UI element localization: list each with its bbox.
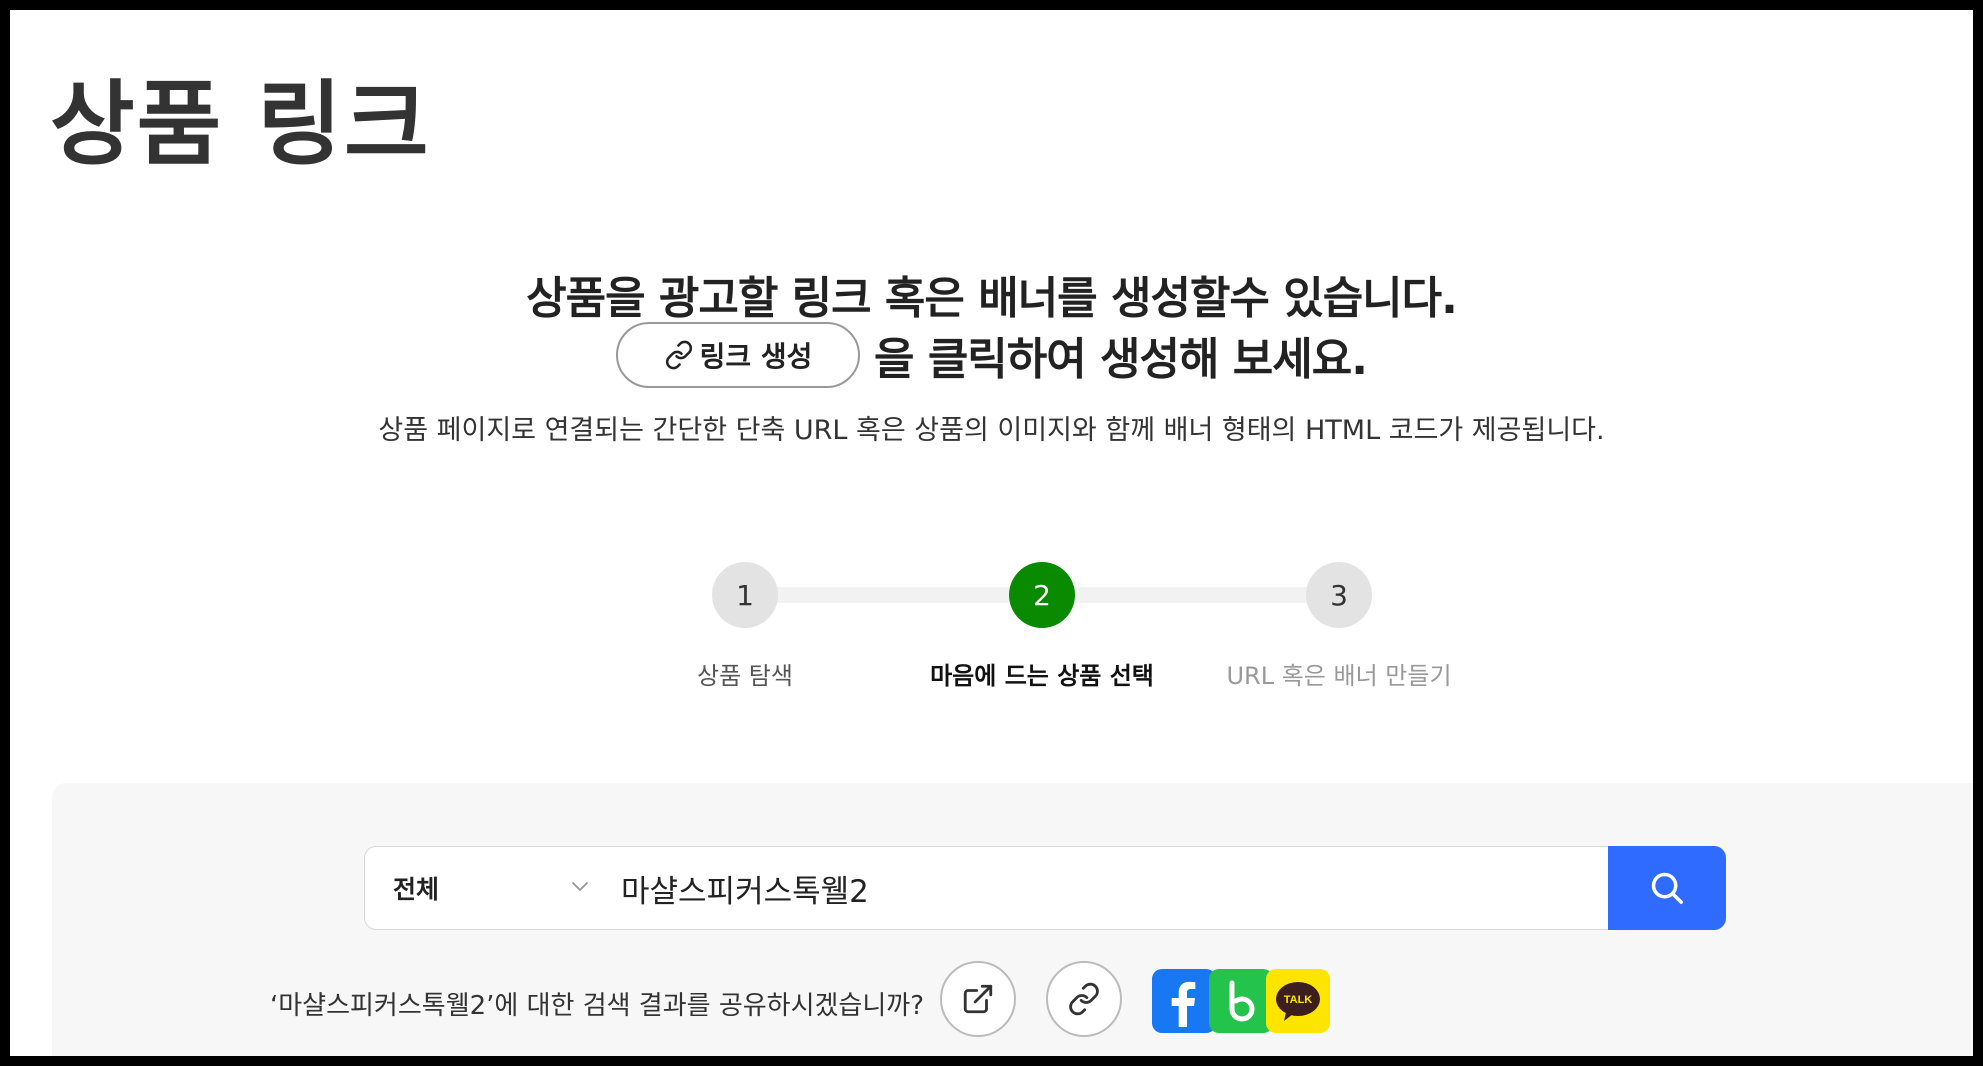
step-2: 2 마음에 드는 상품 선택 <box>892 550 1192 691</box>
intro-instruction-text: 을 클릭하여 생성해 보세요. <box>874 334 1368 385</box>
facebook-share-button[interactable] <box>1152 969 1216 1033</box>
step-1-circle: 1 <box>712 562 778 628</box>
step-indicator: 1 상품 탐색 2 마음에 드는 상품 선택 3 URL 혹은 배너 만들기 <box>10 550 1973 710</box>
intro-description: 상품 페이지로 연결되는 간단한 단축 URL 혹은 상품의 이미지와 함께 배… <box>378 415 1605 446</box>
page-frame: 상품 링크 상품을 광고할 링크 혹은 배너를 생성할수 있습니다. 링크 생성… <box>10 10 1973 1056</box>
step-3-label: URL 혹은 배너 만들기 <box>1226 662 1452 690</box>
step-2-circle: 2 <box>1009 562 1075 628</box>
intro-headline: 상품을 광고할 링크 혹은 배너를 생성할수 있습니다. <box>526 273 1458 324</box>
search-button[interactable] <box>1608 846 1726 930</box>
share-prompt: ‘마샬스피커스톡웰2’에 대한 검색 결과를 공유하시겠습니까? <box>269 991 924 1021</box>
search-input[interactable] <box>621 863 1561 913</box>
link-icon <box>665 340 692 370</box>
band-share-button[interactable] <box>1209 969 1273 1033</box>
create-link-button-label: 링크 생성 <box>699 340 813 373</box>
search-icon <box>1651 872 1683 904</box>
step-3: 3 URL 혹은 배너 만들기 <box>1189 550 1489 691</box>
step-3-circle: 3 <box>1306 562 1372 628</box>
intro-instruction: 링크 생성 을 클릭하여 생성해 보세요. <box>10 320 1973 390</box>
search-bar: 전체 <box>364 846 1726 930</box>
category-select-value: 전체 <box>393 875 440 904</box>
search-panel: 전체 ‘마샬스피커스톡웰2’에 대한 검색 결과를 공유하시겠습니까? <box>52 783 1973 1056</box>
copy-link-icon <box>1069 982 1099 1016</box>
step-1-label: 상품 탐색 <box>697 662 793 690</box>
external-share-button[interactable] <box>940 961 1016 1037</box>
kakaotalk-icon: TALK <box>1276 982 1320 1021</box>
create-link-button[interactable]: 링크 생성 <box>616 322 861 388</box>
chevron-down-icon <box>572 882 588 891</box>
band-icon <box>1229 980 1255 1022</box>
step-2-label: 마음에 드는 상품 선택 <box>930 662 1154 690</box>
facebook-icon <box>1171 981 1196 1027</box>
copy-link-button[interactable] <box>1046 961 1122 1037</box>
external-share-icon <box>963 984 993 1014</box>
kakaotalk-share-button[interactable]: TALK <box>1266 969 1330 1033</box>
page-title: 상품 링크 <box>50 71 431 178</box>
share-row: ‘마샬스피커스톡웰2’에 대한 검색 결과를 공유하시겠습니까? TALK <box>52 961 1973 1041</box>
kakaotalk-icon-label: TALK <box>1284 994 1313 1006</box>
category-select[interactable]: 전체 <box>365 847 595 929</box>
step-1: 1 상품 탐색 <box>595 550 895 691</box>
